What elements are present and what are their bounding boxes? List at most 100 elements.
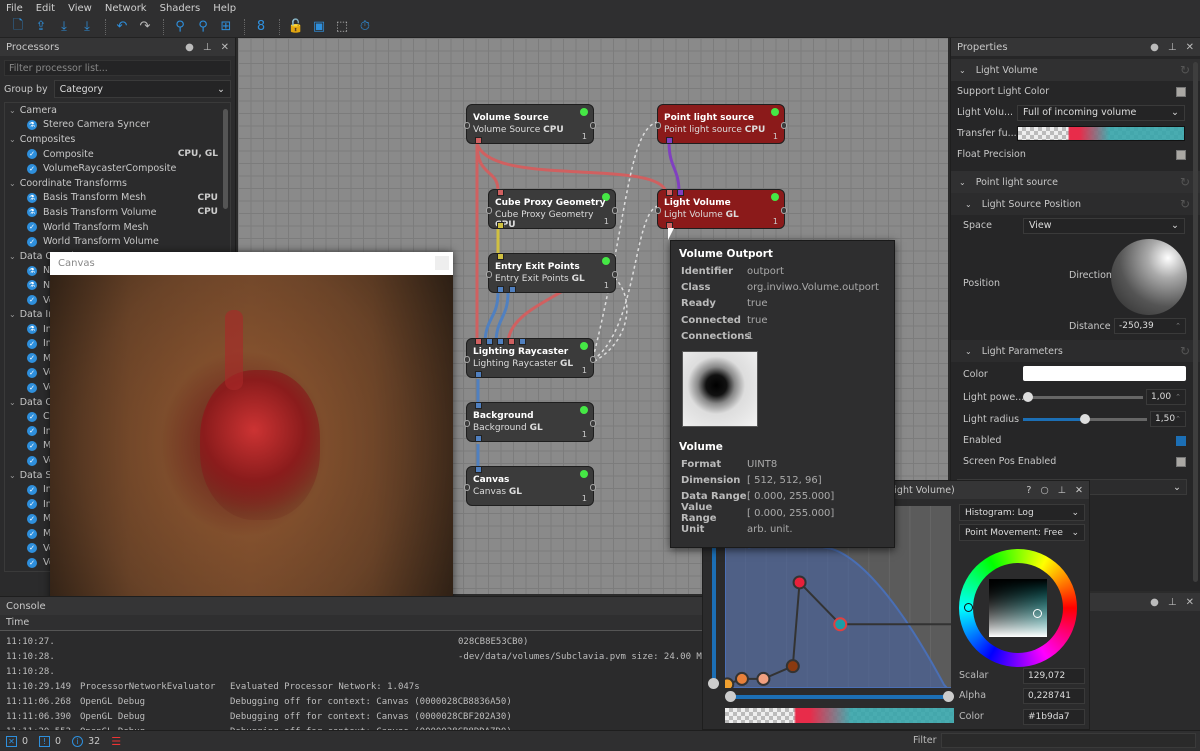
- light-radius-track[interactable]: [1023, 414, 1147, 424]
- color-swatch[interactable]: [1023, 366, 1186, 381]
- link-port[interactable]: [590, 356, 596, 363]
- menu-shaders[interactable]: Shaders: [160, 3, 201, 14]
- close-icon[interactable]: ✕: [1186, 42, 1194, 53]
- group-point-light[interactable]: ⌄ Point light source ↻: [951, 171, 1200, 193]
- redo-icon[interactable]: ↷: [135, 18, 155, 36]
- link-port[interactable]: [612, 271, 618, 278]
- clear-log-icon[interactable]: ☰: [111, 735, 121, 748]
- link-port[interactable]: [781, 122, 787, 129]
- link-port[interactable]: [612, 207, 618, 214]
- processor-node-volume-source[interactable]: Volume Source Volume Source CPU 1: [464, 104, 596, 144]
- light-power-handle[interactable]: [1023, 392, 1033, 402]
- save-as-icon[interactable]: ⤓: [77, 18, 97, 36]
- outport[interactable]: [666, 137, 673, 144]
- processor-node-cube-proxy[interactable]: Cube Proxy Geometry Cube Proxy Geometry C…: [486, 189, 618, 230]
- processor-item[interactable]: ⚗ Basis Transform Volume CPU: [5, 205, 230, 220]
- outport[interactable]: [497, 286, 504, 293]
- histogram-select[interactable]: Histogram: Log ⌄: [959, 504, 1085, 521]
- float-precision-checkbox[interactable]: [1176, 149, 1186, 160]
- outport[interactable]: [475, 371, 482, 378]
- color-wheel[interactable]: [959, 549, 1077, 667]
- inport[interactable]: [677, 189, 684, 196]
- reset-icon[interactable]: ↻: [1180, 175, 1190, 189]
- processor-node-background[interactable]: Background Background GL 1: [464, 402, 596, 442]
- reset-icon[interactable]: ↻: [1180, 344, 1190, 358]
- alpha-input[interactable]: 0,228741: [1023, 688, 1085, 704]
- alpha-range-handle[interactable]: [708, 678, 719, 689]
- screen-pos-checkbox[interactable]: [1176, 456, 1186, 467]
- menu-help[interactable]: Help: [213, 3, 236, 14]
- category-header[interactable]: ⌄ Camera: [5, 103, 230, 118]
- tf-range-max-handle[interactable]: [943, 691, 954, 702]
- pin-icon[interactable]: ⊥: [1168, 597, 1177, 608]
- filter-input[interactable]: [941, 733, 1196, 748]
- menu-file[interactable]: File: [6, 3, 23, 14]
- new-file-icon[interactable]: 🗋: [8, 18, 28, 36]
- help-icon[interactable]: ?: [1026, 485, 1031, 496]
- processor-item[interactable]: ✓ World Transform Mesh: [5, 220, 230, 235]
- color-handle[interactable]: [1033, 609, 1042, 618]
- link-port[interactable]: [590, 484, 596, 491]
- close-icon[interactable]: ✕: [1075, 485, 1083, 496]
- light-power-spinbox[interactable]: 1,00: [1146, 389, 1186, 405]
- link-port[interactable]: [464, 420, 470, 427]
- reset-icon[interactable]: ↻: [1180, 197, 1190, 211]
- light-volume-select[interactable]: Full of incoming volume ⌄: [1017, 104, 1185, 121]
- enabled-checkbox[interactable]: [1176, 435, 1186, 446]
- category-header[interactable]: ⌄ Composites: [5, 132, 230, 147]
- light-radius-handle[interactable]: [1080, 414, 1090, 424]
- inport[interactable]: [519, 338, 526, 345]
- link-port[interactable]: [590, 122, 596, 129]
- outport[interactable]: [475, 137, 482, 144]
- scrollbar[interactable]: [1193, 62, 1198, 582]
- column-time[interactable]: Time: [6, 617, 29, 628]
- scalar-input[interactable]: 129,072: [1023, 668, 1085, 684]
- error-icon[interactable]: ✕: [6, 735, 17, 747]
- inport[interactable]: [475, 338, 482, 345]
- add-processor-icon[interactable]: ⊞: [216, 18, 236, 36]
- processor-item[interactable]: ✓ World Transform Volume: [5, 234, 230, 249]
- processor-item[interactable]: ⚗ Stereo Camera Syncer: [5, 118, 230, 133]
- tf-point[interactable]: [756, 671, 771, 686]
- select-icon[interactable]: ⬚: [332, 18, 352, 36]
- tf-point[interactable]: [833, 617, 848, 632]
- menu-network[interactable]: Network: [105, 3, 147, 14]
- pin-icon[interactable]: ⊥: [1168, 42, 1177, 53]
- eight-icon[interactable]: 8: [251, 18, 271, 36]
- link-port[interactable]: [486, 271, 492, 278]
- link-port[interactable]: [486, 207, 492, 214]
- processor-node-light-volume[interactable]: Light Volume Light Volume GL 1: [655, 189, 787, 229]
- tf-range-min-handle[interactable]: [725, 691, 736, 702]
- outport[interactable]: [509, 286, 516, 293]
- inport[interactable]: [486, 338, 493, 345]
- layout-icon[interactable]: ▣: [309, 18, 329, 36]
- distance-spinbox[interactable]: -250,39: [1114, 318, 1186, 334]
- link-port[interactable]: [781, 207, 787, 214]
- close-icon[interactable]: ✕: [221, 42, 229, 53]
- open-icon[interactable]: ⇪: [31, 18, 51, 36]
- tf-point[interactable]: [792, 575, 807, 590]
- processor-item[interactable]: ✓ VolumeRaycasterComposite: [5, 161, 230, 176]
- space-select[interactable]: View ⌄: [1023, 217, 1185, 234]
- tf-point[interactable]: [725, 677, 735, 688]
- menu-view[interactable]: View: [68, 3, 92, 14]
- menu-edit[interactable]: Edit: [36, 3, 55, 14]
- find-processor-icon[interactable]: ⚲: [170, 18, 190, 36]
- warning-icon[interactable]: !: [39, 735, 51, 747]
- link-port[interactable]: [464, 484, 470, 491]
- color-input[interactable]: #1b9da7: [1023, 709, 1085, 725]
- timer-icon[interactable]: ⏱: [355, 18, 375, 36]
- float-icon[interactable]: ●: [185, 42, 194, 53]
- direction-sphere[interactable]: [1111, 239, 1187, 315]
- reset-icon[interactable]: ↻: [1180, 63, 1190, 77]
- transfer-function-preview[interactable]: [1017, 126, 1185, 141]
- light-power-track[interactable]: [1023, 392, 1143, 402]
- saturation-value-square[interactable]: [989, 579, 1047, 637]
- group-by-select[interactable]: Category ⌄: [53, 80, 231, 98]
- tf-range-slider[interactable]: [727, 695, 949, 699]
- inport[interactable]: [497, 253, 504, 260]
- hue-handle[interactable]: [964, 603, 973, 612]
- inport[interactable]: [475, 466, 482, 473]
- float-icon[interactable]: ○: [1040, 485, 1048, 496]
- processor-filter-input[interactable]: Filter processor list...: [4, 60, 231, 76]
